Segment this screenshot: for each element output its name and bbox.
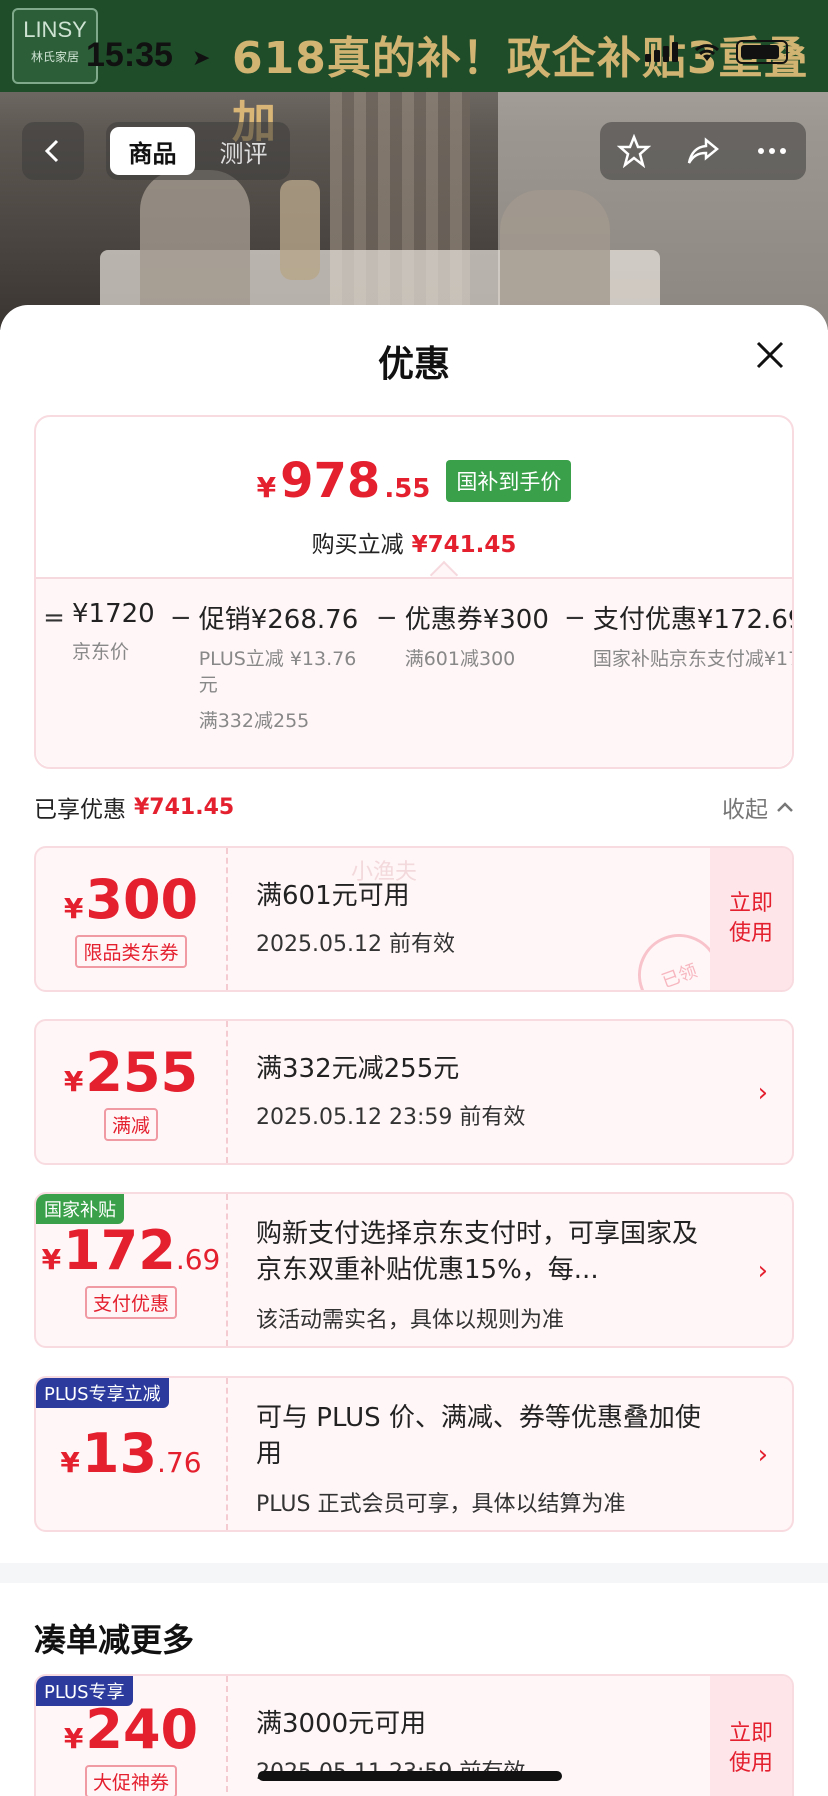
signal-icon xyxy=(645,42,678,62)
coupon-type-badge: 支付优惠 xyxy=(84,1285,177,1319)
discount-sheet: 优惠 ¥ 978 .55 国补到手价 购买立减 ¥741.45 = ¥1720 京东价… xyxy=(0,305,828,1796)
status-icons xyxy=(645,40,788,64)
formula-amount: ¥1720 xyxy=(72,599,155,629)
formula-detail: 满332减255 xyxy=(198,710,310,732)
use-now-button[interactable]: 立即使用 xyxy=(710,848,792,990)
saved-row: 已享优惠 ¥741.45 收起 xyxy=(34,787,794,827)
chevron-left-icon xyxy=(44,139,59,163)
status-time: 15:35 xyxy=(86,36,173,74)
coupon-type-badge: 限品类东券 xyxy=(75,934,187,968)
price-summary-card: ¥ 978 .55 国补到手价 购买立减 ¥741.45 = ¥1720 京东价 − 促销… xyxy=(34,415,794,769)
close-icon[interactable] xyxy=(750,335,790,375)
formula-detail: 京东价 xyxy=(72,641,130,663)
coupon-condition[interactable]: 购新支付选择京东支付时，可享国家及京东双重补贴优惠15%，每... xyxy=(256,1216,702,1288)
formula-amount: 促销¥268.76 xyxy=(198,605,359,635)
chevron-up-icon xyxy=(777,802,793,812)
collapse-button[interactable]: 收起 xyxy=(722,790,794,824)
coupon-condition: 满3000元可用 xyxy=(256,1709,427,1739)
formula-operator: − xyxy=(169,603,192,633)
coupon-type-badge: 大促神券 xyxy=(84,1764,177,1796)
coupon-expiry: 2025.05.11 23:59 前有效 xyxy=(256,1754,702,1786)
instant-reduction: 购买立减 ¥741.45 xyxy=(311,532,517,558)
chevron-right-icon[interactable]: › xyxy=(758,1256,768,1286)
final-price: ¥ 978 .55 国补到手价 xyxy=(36,453,792,509)
saved-amount: ¥741.45 xyxy=(134,794,235,820)
product-tabs: 商品 测评 xyxy=(106,122,290,180)
chevron-right-icon[interactable]: › xyxy=(758,1078,768,1108)
formula-operator: − xyxy=(563,603,586,633)
chevron-right-icon[interactable]: › xyxy=(758,1440,768,1470)
formula-item: ¥1720 京东价 xyxy=(72,599,163,665)
use-now-button[interactable]: 立即使用 xyxy=(710,1676,792,1796)
sheet-title: 优惠 xyxy=(377,344,450,385)
coupon-type-badge: 满减 xyxy=(103,1107,158,1141)
coupon-card[interactable]: 国家补贴 ¥172.69 支付优惠 购新支付选择京东支付时，可享国家及京东双重补… xyxy=(34,1192,794,1348)
tab-review[interactable]: 测评 xyxy=(201,127,286,175)
home-indicator[interactable] xyxy=(258,1771,562,1781)
coupon-note: 该活动需实名，具体以规则为准 xyxy=(256,1308,565,1333)
coupon-condition: 可与 PLUS 价、满减、券等优惠叠加使用 xyxy=(256,1403,701,1469)
battery-icon xyxy=(736,40,788,64)
coupon-expiry: 2025.05.12 前有效 xyxy=(256,932,455,957)
formula-item: 促销¥268.76 PLUS立减 ¥13.76元满332减255 xyxy=(199,599,369,734)
coupon-note: PLUS 正式会员可享，具体以结算为准 xyxy=(256,1492,626,1517)
star-icon[interactable] xyxy=(617,134,652,168)
formula-item: 优惠券¥300 满601减300 xyxy=(405,599,557,672)
more-icon[interactable] xyxy=(755,134,789,168)
price-formula: = ¥1720 京东价 − 促销¥268.76 PLUS立减 ¥13.76元 满332减25… xyxy=(36,577,792,767)
formula-amount: 优惠券¥300 xyxy=(404,605,549,635)
formula-operator: = xyxy=(43,603,65,633)
share-icon[interactable] xyxy=(686,134,720,168)
coupon-card[interactable]: PLUS专享立减 ¥13.76 可与 PLUS 价、满减、券等优惠叠加使用 PL… xyxy=(34,1376,794,1532)
nav-actions xyxy=(600,122,806,180)
formula-amount: 支付优惠¥172.69 xyxy=(592,605,792,635)
formula-detail: 满601减300 xyxy=(404,648,516,670)
coupon-expiry: 2025.05.12 23:59 前有效 xyxy=(256,1105,526,1130)
formula-detail: PLUS立减 ¥13.76元 xyxy=(198,648,357,696)
coupon-card[interactable]: 小渔夫 ¥300 限品类东券 满601元可用 2025.05.12 前有效 已领… xyxy=(34,846,794,992)
back-button[interactable] xyxy=(22,122,84,180)
location-arrow-icon: ➤ xyxy=(192,46,211,71)
coupon-condition: 满601元可用 xyxy=(256,881,410,911)
formula-detail: 国家补贴京东支付减¥17 xyxy=(592,648,792,670)
saved-label: 已享优惠 xyxy=(34,797,126,823)
price-tag-badge: 国补到手价 xyxy=(446,460,572,502)
formula-item: 支付优惠¥172.69 国家补贴京东支付减¥17 xyxy=(593,599,792,672)
coupon-card[interactable]: ¥255 满减 满332元减255元 2025.05.12 23:59 前有效 … xyxy=(34,1019,794,1165)
tab-product[interactable]: 商品 xyxy=(110,127,195,175)
formula-operator: − xyxy=(375,603,398,633)
section-divider xyxy=(0,1563,828,1583)
coupon-condition: 满332元减255元 xyxy=(256,1054,460,1084)
more-section-title: 凑单减更多 xyxy=(34,1621,195,1659)
wifi-icon xyxy=(694,44,720,61)
